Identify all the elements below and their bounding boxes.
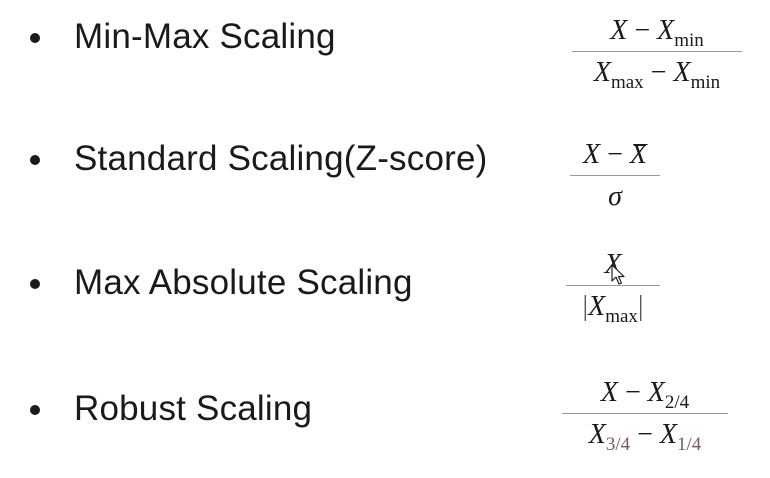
formula-denominator: X3/4− X1/4 bbox=[588, 419, 702, 455]
bullet-dot bbox=[30, 155, 40, 165]
standard-formula: X − X σ bbox=[570, 138, 660, 214]
bullet-item-standard: Standard Scaling(Z-score) X − X σ bbox=[0, 122, 770, 222]
formula-denominator: σ bbox=[608, 181, 622, 212]
bullet-item-max-absolute: Max Absolute Scaling X |Xmax| bbox=[0, 244, 770, 344]
formula-numerator: X − X2/4 bbox=[600, 377, 690, 413]
bullet-dot bbox=[30, 405, 40, 415]
mouse-pointer-icon bbox=[611, 264, 625, 285]
fraction-bar bbox=[562, 413, 728, 414]
formula-numerator: X − Xmin bbox=[610, 15, 704, 51]
bullet-dot bbox=[30, 33, 40, 43]
fraction-bar bbox=[572, 51, 742, 52]
bullet-dot bbox=[30, 279, 40, 289]
item-label: Min-Max Scaling bbox=[74, 17, 336, 56]
item-label: Standard Scaling(Z-score) bbox=[74, 139, 488, 178]
robust-formula: X − X2/4 X3/4− X1/4 bbox=[562, 376, 728, 455]
item-label: Max Absolute Scaling bbox=[74, 263, 413, 302]
bullet-item-min-max: Min-Max Scaling X − Xmin Xmax − Xmin bbox=[0, 0, 770, 100]
formula-denominator: Xmax − Xmin bbox=[593, 57, 721, 93]
min-max-formula: X − Xmin Xmax − Xmin bbox=[572, 14, 742, 93]
formula-denominator: |Xmax| bbox=[582, 291, 644, 327]
fraction-bar bbox=[570, 175, 660, 176]
formula-numerator: X − X bbox=[582, 139, 647, 170]
bullet-item-robust: Robust Scaling X − X2/4 X3/4− X1/4 bbox=[0, 370, 770, 470]
x-bar-symbol: X bbox=[629, 139, 647, 170]
item-label: Robust Scaling bbox=[74, 389, 313, 428]
max-absolute-formula: X |Xmax| bbox=[566, 248, 660, 327]
